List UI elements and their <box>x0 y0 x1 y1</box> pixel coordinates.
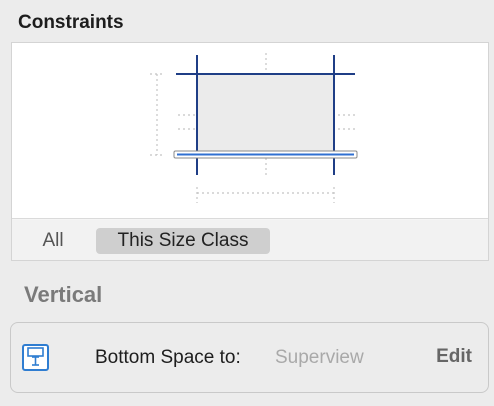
view-rectangle <box>196 73 335 156</box>
constraint-diagram <box>12 43 488 219</box>
tab-all[interactable]: All <box>32 228 74 254</box>
tab-this-size-class[interactable]: This Size Class <box>96 228 270 254</box>
bottom-space-constraint-icon <box>22 344 49 371</box>
edit-constraint-button[interactable]: Edit <box>436 346 472 368</box>
vertical-heading: Vertical <box>24 282 103 307</box>
constraint-diagram-svg <box>150 53 358 203</box>
bottom-space-constraint-row[interactable]: Bottom Space to: Superview Edit <box>10 322 489 393</box>
constraint-target-value[interactable]: Superview <box>275 347 364 369</box>
constraints-title: Constraints <box>18 12 124 33</box>
constraint-label: Bottom Space to: <box>95 347 241 368</box>
size-class-tabs: All This Size Class <box>12 220 488 260</box>
constraints-editor: All This Size Class <box>11 42 489 261</box>
